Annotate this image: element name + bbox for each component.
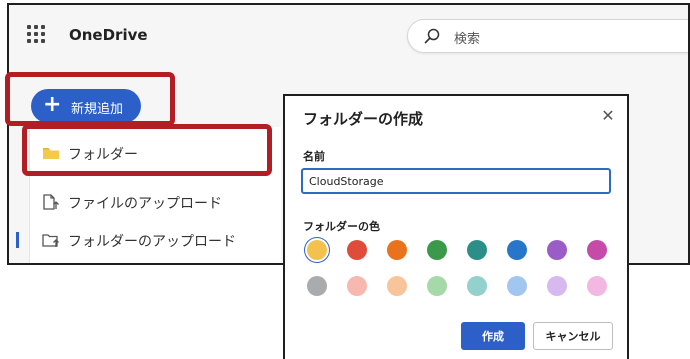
create-folder-dialog: フォルダーの作成 ✕ 名前 フォルダーの色 作成 キャンセル — [283, 94, 629, 359]
folder-color-label: フォルダーの色 — [303, 220, 380, 233]
app-title: OneDrive — [69, 26, 148, 44]
color-swatch[interactable] — [307, 240, 327, 260]
color-swatch[interactable] — [347, 240, 367, 260]
create-button[interactable]: 作成 — [461, 322, 525, 350]
menu-item-label: フォルダーのアップロード — [68, 234, 236, 250]
file-upload-icon — [43, 194, 59, 210]
color-swatch[interactable] — [547, 276, 567, 296]
highlight-new-button — [5, 72, 175, 126]
menu-item-folder-upload[interactable]: フォルダーのアップロード — [30, 222, 280, 258]
folder-name-input[interactable] — [301, 168, 611, 194]
color-swatch[interactable] — [427, 240, 447, 260]
menu-item-label: ファイルのアップロード — [68, 196, 222, 212]
menu-item-file-upload[interactable]: ファイルのアップロード — [30, 184, 280, 220]
folder-upload-icon — [42, 234, 59, 247]
color-swatch[interactable] — [587, 276, 607, 296]
search-box[interactable]: 検索 — [407, 19, 688, 53]
color-swatch[interactable] — [507, 276, 527, 296]
color-swatch[interactable] — [547, 240, 567, 260]
cancel-button[interactable]: キャンセル — [533, 322, 613, 350]
search-icon — [424, 28, 440, 44]
color-swatch[interactable] — [467, 240, 487, 260]
highlight-folder-item — [22, 124, 272, 176]
nav-selection-indicator — [16, 232, 19, 248]
color-swatch[interactable] — [587, 240, 607, 260]
search-placeholder: 検索 — [454, 32, 481, 47]
color-swatch[interactable] — [507, 240, 527, 260]
close-icon[interactable]: ✕ — [600, 108, 616, 124]
screenshot-stage: OneDrive 検索 + 新規追加 フォルダー ファイルのアップロード フォル… — [0, 0, 690, 359]
dialog-title: フォルダーの作成 — [303, 110, 424, 128]
color-swatch[interactable] — [387, 276, 407, 296]
color-swatch[interactable] — [307, 276, 327, 296]
app-launcher-icon[interactable] — [27, 25, 45, 43]
color-swatch[interactable] — [467, 276, 487, 296]
color-swatch[interactable] — [387, 240, 407, 260]
name-label: 名前 — [303, 150, 325, 163]
color-swatch[interactable] — [347, 276, 367, 296]
color-swatch[interactable] — [427, 276, 447, 296]
